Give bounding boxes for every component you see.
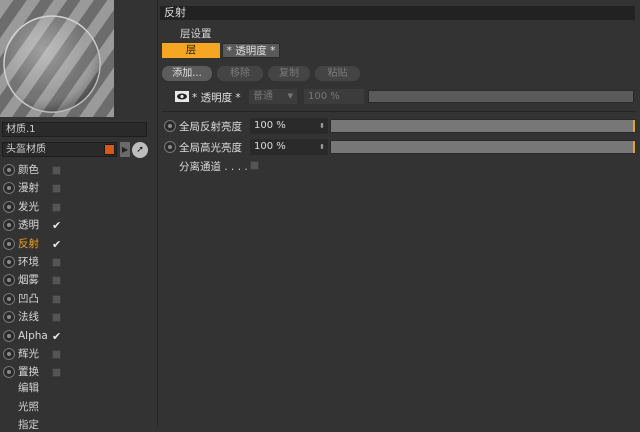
channel-item[interactable]: 辉光 bbox=[0, 345, 157, 363]
material-color-swatch[interactable] bbox=[104, 144, 115, 155]
material-preview[interactable] bbox=[0, 0, 114, 117]
channel-radio-icon[interactable] bbox=[3, 348, 15, 360]
channel-label: 环境 bbox=[18, 256, 39, 268]
channel-checkbox[interactable] bbox=[52, 368, 61, 378]
spinner-icon[interactable]: ⬍ bbox=[319, 139, 325, 155]
global-specular-input[interactable]: 100 % ⬍ bbox=[250, 139, 328, 155]
channel-label: 凹凸 bbox=[18, 292, 39, 305]
blend-mode-select[interactable]: 普通 ▼ bbox=[249, 89, 297, 104]
channel-item[interactable]: 发光 bbox=[0, 198, 157, 216]
channel-item[interactable]: 环境 bbox=[0, 253, 157, 271]
pointer-pick-icon[interactable]: ➚ bbox=[132, 142, 148, 158]
global-specular-label: 全局高光亮度 bbox=[179, 142, 242, 154]
channel-item[interactable]: 烟雾 bbox=[0, 271, 157, 289]
channel-item[interactable]: 透明 ✔ bbox=[0, 216, 157, 234]
channel-radio-icon[interactable] bbox=[3, 219, 15, 232]
channel-checkbox[interactable] bbox=[52, 294, 61, 304]
tab-transparency[interactable]: * 透明度 * bbox=[222, 43, 280, 58]
global-reflection-slider[interactable] bbox=[330, 119, 636, 133]
animation-radio-icon[interactable] bbox=[164, 141, 176, 153]
global-reflection-value: 100 % bbox=[254, 120, 286, 131]
checkmark-icon[interactable]: ✔ bbox=[52, 239, 61, 250]
channel-radio-icon[interactable] bbox=[3, 292, 15, 305]
paste-layer-button[interactable]: 粘贴 bbox=[315, 66, 360, 81]
channel-radio-icon[interactable] bbox=[3, 237, 15, 250]
channel-item[interactable]: 法线 bbox=[0, 308, 157, 326]
eye-icon[interactable] bbox=[175, 91, 189, 102]
channel-label: 置换 bbox=[18, 366, 39, 379]
channel-checkbox[interactable] bbox=[52, 202, 61, 212]
channel-checkbox[interactable] bbox=[52, 184, 61, 194]
separate-pass-checkbox[interactable] bbox=[250, 161, 259, 170]
add-layer-button[interactable]: 添加... bbox=[162, 66, 212, 81]
channel-checkbox[interactable] bbox=[52, 313, 61, 323]
attributes-panel: 反射 层设置 层 * 透明度 * 添加... 移除 复制 粘贴 * 透明度 * … bbox=[158, 0, 640, 427]
section-title: 反射 bbox=[160, 6, 635, 20]
remove-layer-button[interactable]: 移除 bbox=[217, 66, 263, 81]
global-reflection-input[interactable]: 100 % ⬍ bbox=[250, 118, 328, 134]
play-arrow-icon[interactable]: ▶ bbox=[120, 142, 130, 157]
channel-checkbox[interactable] bbox=[52, 350, 61, 359]
channel-radio-icon[interactable] bbox=[3, 311, 15, 324]
channel-radio-icon[interactable] bbox=[3, 366, 15, 379]
channel-radio-icon[interactable] bbox=[3, 329, 15, 342]
material-type-field[interactable]: 头盔材质 bbox=[2, 142, 117, 157]
checkmark-icon[interactable]: ✔ bbox=[52, 331, 61, 342]
tab-layer[interactable]: 层 bbox=[162, 43, 220, 58]
channel-label: 辉光 bbox=[18, 348, 39, 360]
channel-label: 漫射 bbox=[18, 182, 39, 195]
channel-radio-icon[interactable] bbox=[3, 274, 15, 287]
channel-item[interactable]: 颜色 bbox=[0, 161, 157, 179]
channel-radio-icon[interactable] bbox=[3, 200, 15, 213]
channel-label: 颜色 bbox=[18, 164, 39, 176]
channel-item[interactable]: 漫射 bbox=[0, 179, 157, 197]
channel-checkbox[interactable] bbox=[52, 258, 61, 267]
channel-label: 反射 bbox=[18, 237, 39, 250]
divider bbox=[162, 111, 636, 112]
checkmark-icon[interactable]: ✔ bbox=[52, 220, 61, 231]
channel-label: 透明 bbox=[18, 219, 39, 232]
channel-label: 烟雾 bbox=[18, 274, 39, 287]
separate-pass-label: 分离通道 . . . . bbox=[179, 161, 248, 173]
layer-name: * 透明度 * bbox=[192, 92, 241, 104]
extra-item[interactable]: 编辑 bbox=[18, 380, 39, 395]
channel-label: 发光 bbox=[18, 200, 39, 213]
blend-mode-value: 普通 bbox=[253, 91, 273, 102]
extra-item[interactable]: 指定 bbox=[18, 417, 39, 432]
channel-item[interactable]: Alpha ✔ bbox=[0, 327, 157, 345]
global-specular-value: 100 % bbox=[254, 141, 286, 152]
global-specular-slider[interactable] bbox=[330, 140, 636, 154]
channel-checkbox[interactable] bbox=[52, 166, 61, 175]
extra-item[interactable]: 光照 bbox=[18, 399, 39, 414]
layer-settings-label: 层设置 bbox=[180, 28, 212, 40]
global-reflection-label: 全局反射亮度 bbox=[179, 121, 242, 133]
channel-item[interactable]: 凹凸 bbox=[0, 290, 157, 308]
animation-radio-icon[interactable] bbox=[164, 120, 176, 132]
copy-layer-button[interactable]: 复制 bbox=[268, 66, 310, 81]
layer-opacity-slider[interactable] bbox=[368, 90, 634, 103]
layer-opacity-field[interactable]: 100 % bbox=[304, 89, 364, 104]
channel-radio-icon[interactable] bbox=[3, 256, 15, 268]
channel-label: Alpha bbox=[18, 329, 48, 342]
channel-item[interactable]: 置换 bbox=[0, 363, 157, 381]
preview-sphere-icon bbox=[0, 0, 114, 117]
channel-radio-icon[interactable] bbox=[3, 164, 15, 176]
channel-label: 法线 bbox=[18, 311, 39, 324]
spinner-icon[interactable]: ⬍ bbox=[319, 118, 325, 134]
material-name-field[interactable]: 材质.1 bbox=[2, 122, 147, 137]
channel-checkbox[interactable] bbox=[52, 276, 61, 286]
channel-radio-icon[interactable] bbox=[3, 182, 15, 195]
chevron-down-icon: ▼ bbox=[287, 92, 293, 100]
channel-item[interactable]: 反射 ✔ bbox=[0, 235, 157, 253]
material-panel: 材质.1 头盔材质 ▶ ➚ 颜色漫射发光透明 ✔ 反射 ✔ 环境烟雾凹凸法线 Alpha ✔… bbox=[0, 0, 158, 431]
